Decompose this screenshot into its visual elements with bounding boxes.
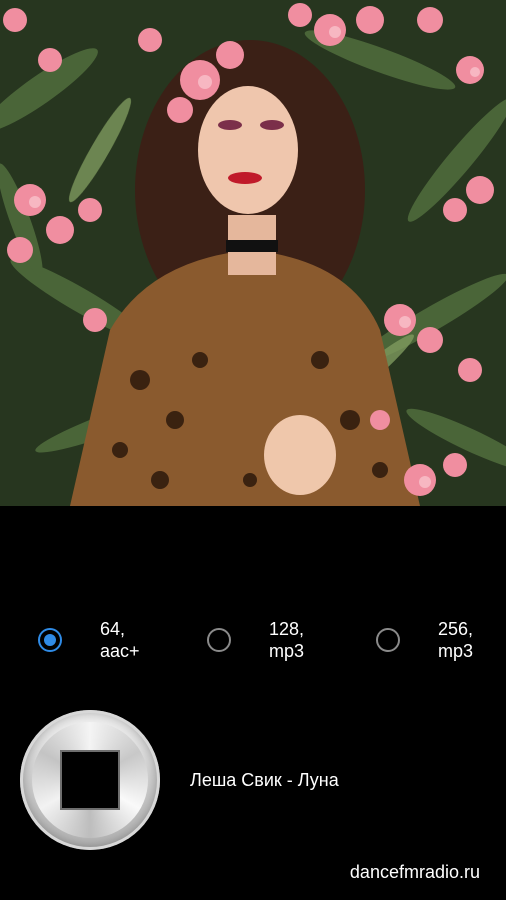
stop-icon	[62, 752, 118, 808]
radio-128[interactable]	[207, 628, 231, 652]
quality-option-256[interactable]: 256, mp3	[376, 618, 498, 662]
quality-option-128[interactable]: 128, mp3	[207, 618, 329, 662]
album-cover-image	[0, 0, 506, 506]
quality-label-128: 128, mp3	[269, 619, 305, 661]
site-link[interactable]: dancefmradio.ru	[350, 862, 480, 883]
radio-64-selected[interactable]	[38, 628, 62, 652]
album-cover	[0, 0, 506, 506]
stop-button[interactable]	[20, 710, 160, 850]
radio-256[interactable]	[376, 628, 400, 652]
quality-label-64: 64, aac+	[100, 619, 140, 661]
quality-option-64[interactable]: 64, aac+	[38, 618, 160, 662]
quality-selector: 64, aac+ 128, mp3 256, mp3	[0, 618, 506, 674]
player-bar: Леша Свик - Луна	[0, 710, 506, 850]
quality-label-256: 256, mp3	[438, 619, 474, 661]
track-title: Леша Свик - Луна	[190, 770, 339, 790]
